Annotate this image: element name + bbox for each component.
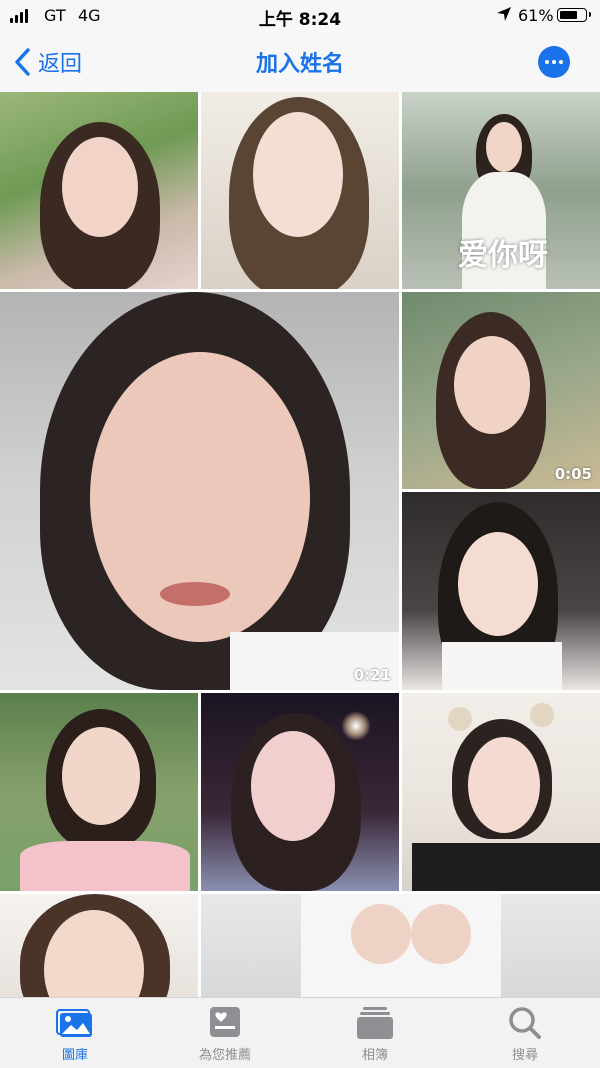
battery-icon — [557, 8, 591, 22]
photo-thumbnail[interactable] — [0, 92, 198, 289]
tab-label: 相簿 — [361, 1048, 388, 1063]
photo-thumbnail[interactable]: 爱你呀 — [402, 92, 600, 289]
tab-label: 圖庫 — [61, 1048, 88, 1063]
video-duration: 0:05 — [554, 465, 592, 483]
tab-for-you[interactable]: 為您推薦 — [165, 1004, 285, 1063]
photo-thumbnail[interactable] — [402, 693, 600, 891]
photo-thumbnail[interactable] — [0, 894, 198, 997]
photo-caption-sticker: 爱你呀 — [458, 238, 548, 273]
photo-library-icon — [56, 1009, 92, 1037]
video-duration: 0:21 — [353, 666, 391, 684]
video-thumbnail[interactable]: 0:05 — [402, 292, 600, 489]
battery-percentage: 61% — [518, 6, 554, 25]
ellipsis-icon — [545, 60, 549, 64]
photo-thumbnail[interactable] — [402, 492, 600, 690]
search-icon — [509, 1007, 541, 1039]
tab-bar: 圖庫 為您推薦 相簿 搜尋 — [0, 997, 600, 1068]
navigation-bar: 返回 加入姓名 — [0, 32, 600, 92]
location-arrow-icon — [497, 7, 511, 21]
tab-label: 為您推薦 — [198, 1048, 251, 1063]
video-thumbnail[interactable]: 0:21 — [0, 292, 399, 690]
tab-search[interactable]: 搜尋 — [465, 1004, 585, 1063]
photo-thumbnail[interactable] — [201, 92, 399, 289]
tab-label: 搜尋 — [511, 1048, 538, 1063]
video-thumbnail[interactable] — [201, 894, 600, 997]
albums-icon — [357, 1007, 393, 1039]
tab-albums[interactable]: 相簿 — [315, 1004, 435, 1063]
page-title: 加入姓名 — [255, 52, 344, 77]
photo-grid: 爱你呀 0:21 0:05 — [0, 92, 600, 997]
photo-thumbnail[interactable] — [201, 693, 399, 891]
tab-library[interactable]: 圖庫 — [15, 1004, 135, 1063]
photo-thumbnail[interactable] — [0, 693, 198, 891]
more-options-button[interactable] — [538, 46, 570, 78]
status-bar: GT 4G 上午 8:24 61% — [0, 0, 600, 32]
for-you-icon — [210, 1007, 240, 1037]
